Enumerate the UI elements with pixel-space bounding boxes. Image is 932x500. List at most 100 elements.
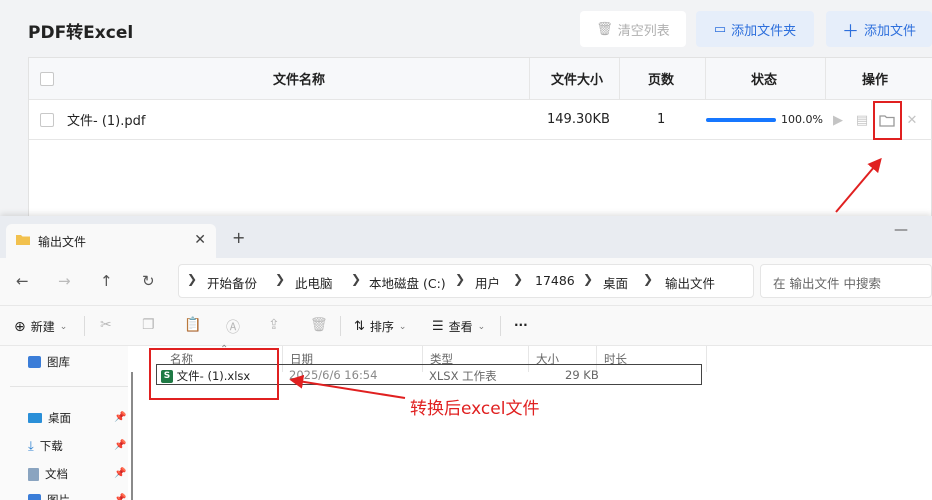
pin-icon[interactable]: 📌 — [114, 440, 126, 451]
file-explorer-window: 输出文件 ✕ + — ← → ↑ ↻ ❯ 开始备份 ❯ 此电脑 ❯ 本地磁盘 (… — [0, 216, 932, 500]
chevron-down-icon: ⌄ — [398, 321, 407, 332]
nav-downloads[interactable]: ⤓ 下载 — [28, 438, 63, 454]
new-label: 新建 — [30, 320, 55, 334]
folder-icon — [16, 234, 30, 248]
nav-gallery[interactable]: 图库 — [28, 354, 70, 370]
add-folder-button[interactable]: ▭ 添加文件夹 — [696, 11, 814, 47]
delete-icon[interactable]: 🗑 — [310, 317, 328, 333]
sort-icon: ⇅ — [354, 319, 365, 334]
select-all-checkbox[interactable] — [40, 58, 54, 99]
nav-desktop-label: 桌面 — [48, 411, 71, 425]
breadcrumb-1[interactable]: 此电脑 — [295, 273, 333, 292]
copy-icon[interactable]: ❐ — [142, 317, 155, 333]
row-file-size: 149.30KB — [547, 112, 610, 127]
more-button[interactable]: ··· — [514, 318, 528, 332]
nav-pictures-label: 图片 — [47, 493, 70, 500]
pin-icon[interactable]: 📌 — [114, 494, 126, 500]
chevron-right-icon: ❯ — [455, 272, 466, 286]
paste-icon[interactable]: 📋 — [184, 317, 201, 333]
col-name: 文件名称 — [273, 73, 326, 88]
col-status: 状态 — [751, 73, 778, 88]
file-date: 2025/6/6 16:54 — [289, 368, 378, 382]
file-size: 29 KB — [565, 368, 599, 382]
up-icon[interactable]: ↑ — [100, 272, 113, 290]
sort-label: 排序 — [369, 320, 394, 334]
close-icon[interactable]: ✕ — [903, 110, 921, 130]
plus-icon: ＋ — [841, 21, 859, 42]
nav-documents[interactable]: 文档 — [28, 466, 68, 482]
document-icon — [28, 467, 39, 481]
breadcrumb-0[interactable]: 开始备份 — [207, 273, 257, 292]
breadcrumb-5[interactable]: 桌面 — [603, 273, 628, 292]
view-button[interactable]: ☰ 查看 ⌄ — [432, 318, 485, 335]
clear-list-button[interactable]: 🗑 清空列表 — [580, 11, 686, 47]
nav-desktop[interactable]: 桌面 — [28, 410, 71, 426]
highlight-box-file — [149, 348, 279, 400]
clear-list-label: 清空列表 — [617, 23, 670, 39]
pdf-converter-app: PDF转Excel 🗑 清空列表 ▭ 添加文件夹 ＋ 添加文件 文件名称 文件大… — [0, 0, 932, 227]
new-tab-icon[interactable]: + — [232, 228, 245, 247]
col-actions: 操作 — [862, 73, 889, 88]
nav-gallery-label: 图库 — [47, 355, 70, 369]
highlight-box-folder — [873, 101, 902, 140]
view-icon: ☰ — [432, 319, 444, 334]
forward-icon[interactable]: → — [58, 272, 71, 290]
sort-button[interactable]: ⇅ 排序 ⌄ — [354, 318, 406, 335]
plus-circle-icon: ⊕ — [14, 318, 26, 335]
add-folder-label: 添加文件夹 — [731, 23, 797, 39]
command-bar: ⊕ 新建 ⌄ ✂ ❐ 📋 Ⓐ ⇪ 🗑 ⇅ 排序 ⌄ ☰ 查看 ⌄ ··· — [0, 306, 932, 346]
chevron-right-icon: ❯ — [643, 272, 654, 286]
progress-bar — [706, 118, 776, 122]
file-table: 文件名称 文件大小 页数 状态 操作 文件- (1).pdf 149.30KB … — [28, 57, 932, 227]
desktop-icon — [28, 413, 42, 423]
chevron-right-icon: ❯ — [275, 272, 286, 286]
close-tab-icon[interactable]: ✕ — [194, 232, 206, 248]
chevron-right-icon: ❯ — [583, 272, 594, 286]
nav-pictures[interactable]: 图片 — [28, 492, 70, 500]
chevron-right-icon: ❯ — [351, 272, 362, 286]
pin-icon[interactable]: 📌 — [114, 468, 126, 479]
breadcrumb-3[interactable]: 用户 — [475, 273, 500, 292]
tab-output-folder[interactable]: 输出文件 ✕ — [6, 224, 216, 258]
breadcrumb-6[interactable]: 输出文件 — [665, 273, 715, 292]
chevron-down-icon: ⌄ — [477, 321, 486, 332]
table-row[interactable]: 文件- (1).pdf 149.30KB 1 100.0% ▶ ▤ ✕ — [29, 100, 932, 140]
nav-downloads-label: 下载 — [39, 439, 63, 453]
add-file-button[interactable]: ＋ 添加文件 — [826, 11, 932, 47]
search-input[interactable]: 在 输出文件 中搜索 — [760, 264, 932, 298]
share-icon[interactable]: ⇪ — [268, 317, 280, 333]
navigation-bar: ← → ↑ ↻ ❯ 开始备份 ❯ 此电脑 ❯ 本地磁盘 (C:) ❯ 用户 ❯ … — [0, 258, 932, 306]
nav-scrollbar[interactable] — [131, 372, 133, 500]
trash-icon: 🗑 — [596, 21, 613, 37]
navigation-pane: 图库 桌面 📌 ⤓ 下载 📌 文档 📌 图片 📌 — [0, 346, 128, 500]
pin-icon[interactable]: 📌 — [114, 412, 126, 423]
tab-title: 输出文件 — [38, 234, 87, 249]
table-header: 文件名称 文件大小 页数 状态 操作 — [29, 58, 932, 100]
chevron-right-icon: ❯ — [187, 272, 198, 286]
chevron-down-icon: ⌄ — [59, 321, 68, 332]
pictures-icon — [28, 494, 41, 500]
view-label: 查看 — [448, 320, 473, 334]
breadcrumb-2[interactable]: 本地磁盘 (C:) — [369, 273, 446, 292]
tab-bar: 输出文件 ✕ + — — [0, 216, 932, 258]
row-checkbox[interactable] — [40, 100, 54, 139]
file-type: XLSX 工作表 — [429, 369, 497, 383]
new-button[interactable]: ⊕ 新建 ⌄ — [14, 318, 67, 335]
rename-icon[interactable]: Ⓐ — [226, 317, 240, 337]
minimize-icon[interactable]: — — [894, 222, 908, 238]
chevron-right-icon: ❯ — [513, 272, 524, 286]
document-icon[interactable]: ▤ — [853, 110, 871, 130]
cut-icon[interactable]: ✂ — [100, 317, 112, 333]
gallery-icon — [28, 356, 41, 368]
refresh-icon[interactable]: ↻ — [142, 272, 155, 290]
back-icon[interactable]: ← — [16, 272, 29, 290]
row-file-name: 文件- (1).pdf — [67, 114, 146, 129]
annotation-text: 转换后excel文件 — [410, 399, 540, 419]
download-icon: ⤓ — [28, 438, 34, 454]
nav-documents-label: 文档 — [45, 467, 68, 481]
col-size: 文件大小 — [551, 73, 604, 88]
breadcrumb-4[interactable]: 17486 — [535, 273, 575, 288]
play-icon[interactable]: ▶ — [829, 110, 847, 130]
add-file-label: 添加文件 — [863, 23, 916, 39]
address-bar[interactable]: ❯ 开始备份 ❯ 此电脑 ❯ 本地磁盘 (C:) ❯ 用户 ❯ 17486 ❯ … — [178, 264, 754, 298]
